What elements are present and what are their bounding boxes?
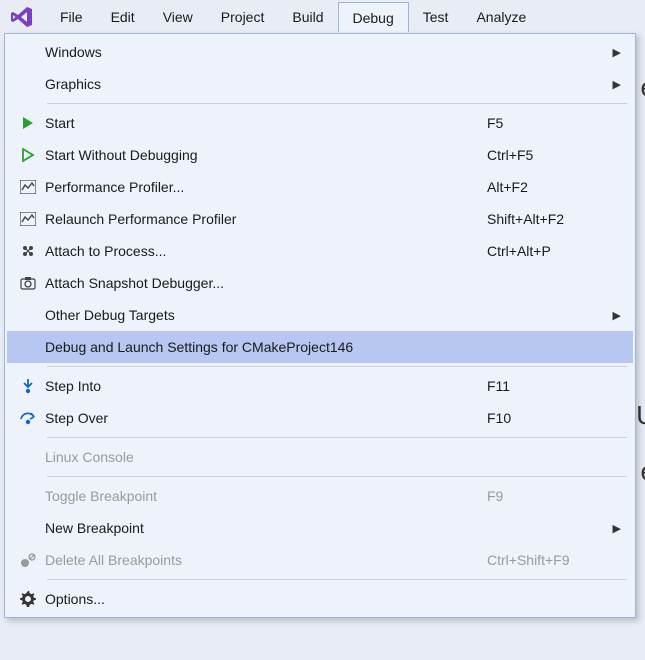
menu-edit[interactable]: Edit [97,2,149,32]
play-green-icon [11,116,45,130]
menuitem-label: Relaunch Performance Profiler [45,211,487,227]
menuitem-label: Toggle Breakpoint [45,488,487,504]
menuitem-start-without-debugging[interactable]: Start Without DebuggingCtrl+F5 [7,139,633,171]
menu-build[interactable]: Build [278,2,337,32]
menuitem-shortcut: Ctrl+Alt+P [487,243,607,259]
play-outline-icon [11,148,45,162]
menuitem-label: Attach to Process... [45,243,487,259]
background-text: e [641,456,645,487]
menu-separator [47,366,627,367]
menuitem-shortcut: F5 [487,115,607,131]
menuitem-delete-all-breakpoints: Delete All BreakpointsCtrl+Shift+F9 [7,544,633,576]
menuitem-label: Start Without Debugging [45,147,487,163]
menuitem-step-into[interactable]: Step IntoF11 [7,370,633,402]
submenu-arrow-icon: ▶ [607,309,621,322]
submenu-arrow-icon: ▶ [607,46,621,59]
step-over-icon [11,410,45,426]
submenu-arrow-icon: ▶ [607,522,621,535]
menuitem-attach-snapshot-debugger[interactable]: Attach Snapshot Debugger... [7,267,633,299]
menuitem-shortcut: F11 [487,378,607,394]
menuitem-step-over[interactable]: Step OverF10 [7,402,633,434]
menuitem-other-debug-targets[interactable]: Other Debug Targets ▶ [7,299,633,331]
menuitem-label: Other Debug Targets [45,307,487,323]
menuitem-label: Performance Profiler... [45,179,487,195]
menuitem-shortcut: Shift+Alt+F2 [487,211,607,227]
menuitem-label: Step Into [45,378,487,394]
menuitem-label: Step Over [45,410,487,426]
menuitem-shortcut: Alt+F2 [487,179,607,195]
menuitem-label: New Breakpoint [45,520,487,536]
menuitem-new-breakpoint[interactable]: New Breakpoint ▶ [7,512,633,544]
menubar: FileEditViewProjectBuildDebugTestAnalyze [0,0,645,34]
menuitem-shortcut: Ctrl+F5 [487,147,607,163]
menuitem-label: Linux Console [45,449,487,465]
menuitem-debug-and-launch-settings-for-cmakeproject146[interactable]: Debug and Launch Settings for CMakeProje… [7,331,633,363]
profiler-icon [11,180,45,194]
menuitem-shortcut: Ctrl+Shift+F9 [487,552,607,568]
menuitem-graphics[interactable]: Graphics ▶ [7,68,633,100]
delete-bp-icon [11,552,45,568]
background-text: U [636,400,645,431]
snapshot-icon [11,276,45,290]
menuitem-label: Graphics [45,76,487,92]
menuitem-attach-to-process[interactable]: Attach to Process...Ctrl+Alt+P [7,235,633,267]
menu-file[interactable]: File [46,2,97,32]
menu-test[interactable]: Test [409,2,463,32]
gear-icon [11,591,45,607]
menuitem-label: Delete All Breakpoints [45,552,487,568]
attach-icon [11,243,45,259]
menuitem-relaunch-performance-profiler[interactable]: Relaunch Performance ProfilerShift+Alt+F… [7,203,633,235]
menu-separator [47,103,627,104]
profiler-icon [11,212,45,226]
menuitem-label: Windows [45,44,487,60]
menu-separator [47,579,627,580]
debug-menu-dropdown: Windows▶Graphics▶StartF5Start Without De… [4,33,636,618]
submenu-arrow-icon: ▶ [607,78,621,91]
menu-project[interactable]: Project [207,2,279,32]
menu-separator [47,437,627,438]
menuitem-performance-profiler[interactable]: Performance Profiler...Alt+F2 [7,171,633,203]
visual-studio-logo-icon [8,3,36,31]
menuitem-label: Debug and Launch Settings for CMakeProje… [45,339,487,355]
step-into-icon [11,378,45,394]
background-text: e [641,72,645,103]
menuitem-options[interactable]: Options... [7,583,633,615]
menu-debug[interactable]: Debug [338,2,409,32]
menu-separator [47,476,627,477]
menu-analyze[interactable]: Analyze [462,2,540,32]
menuitem-label: Start [45,115,487,131]
menuitem-label: Attach Snapshot Debugger... [45,275,487,291]
menuitem-toggle-breakpoint: Toggle BreakpointF9 [7,480,633,512]
menuitem-start[interactable]: StartF5 [7,107,633,139]
menu-view[interactable]: View [149,2,207,32]
menuitem-shortcut: F9 [487,488,607,504]
menuitem-linux-console: Linux Console [7,441,633,473]
menuitem-label: Options... [45,591,487,607]
menuitem-shortcut: F10 [487,410,607,426]
menuitem-windows[interactable]: Windows ▶ [7,36,633,68]
